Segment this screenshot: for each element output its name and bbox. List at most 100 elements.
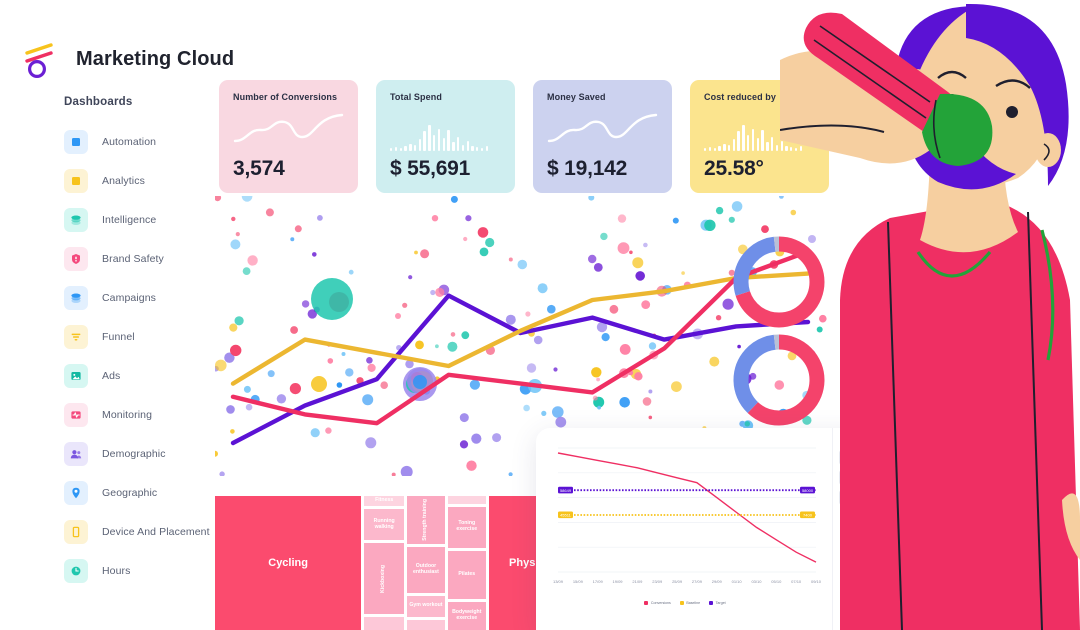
sidebar-nav: Automation Analytics Intelligence Brand Saf…: [48, 122, 216, 590]
shield-icon: [64, 246, 88, 271]
sidebar-item-label: Device And Placement: [102, 525, 210, 538]
dashboard-screen: Marketing Cloud Dashboards Automation Ana…: [0, 0, 1080, 630]
sidebar-item-label: Monitoring: [102, 408, 153, 421]
sidebar-item-analytics[interactable]: Analytics: [48, 161, 216, 200]
treemap-cell[interactable]: Toning exercise: [447, 506, 486, 548]
sidebar-item-label: Demographic: [102, 447, 166, 460]
sidebar-item-device-and-placement[interactable]: Device And Placement: [48, 512, 216, 551]
treemap-cell[interactable]: Outdoor enthusiast: [407, 546, 445, 593]
svg-text:23/09: 23/09: [652, 579, 663, 584]
square-icon: [64, 168, 88, 193]
treemap-cell[interactable]: Gym workout: [407, 595, 445, 617]
treemap-cell[interactable]: Bodyweight exercise: [447, 601, 486, 630]
sidebar-item-hours[interactable]: Hours: [48, 551, 216, 590]
funnel-icon: [64, 324, 88, 349]
treemap-label: Bodyweight exercise: [452, 608, 482, 621]
sidebar-item-demographic[interactable]: Demographic: [48, 434, 216, 473]
kpi-card-title: Total Spend: [390, 92, 442, 102]
treemap-cell[interactable]: [364, 617, 405, 630]
legend-item[interactable]: Target: [709, 601, 726, 605]
treemap-label: Fitness: [375, 496, 394, 503]
kpi-card[interactable]: Money Saved $ 19,142: [533, 80, 672, 193]
sidebar-item-ads[interactable]: Ads: [48, 356, 216, 395]
legend-swatch: [644, 601, 649, 605]
kpi-card-value: $ 55,691: [390, 157, 471, 180]
sidebar-item-label: Ads: [102, 369, 121, 382]
sidebar-item-monitoring[interactable]: Monitoring: [48, 395, 216, 434]
treemap-label: Running walking: [373, 517, 395, 530]
treemap-cell[interactable]: Fitness: [364, 496, 405, 506]
kpi-card[interactable]: Number of Conversions 3,574: [219, 80, 358, 193]
svg-text:17/09: 17/09: [593, 579, 604, 584]
kpi-card-value: $ 19,142: [547, 157, 628, 180]
kpi-card-value: 3,574: [233, 157, 285, 180]
sidebar-item-intelligence[interactable]: Intelligence: [48, 200, 216, 239]
sidebar-item-label: Hours: [102, 564, 131, 577]
marketing-cloud-logo-icon: [18, 36, 64, 82]
treemap-cell[interactable]: [447, 496, 486, 504]
person-drinking-bottle-illustration: [780, 0, 1080, 630]
kpi-sparkline: [233, 111, 344, 151]
treemap-cell[interactable]: Pilates: [447, 550, 486, 599]
legend-item[interactable]: Baseline: [679, 601, 701, 605]
svg-text:15/09: 15/09: [573, 579, 584, 584]
treemap-label: Toning exercise: [456, 520, 478, 533]
svg-text:29/09: 29/09: [712, 579, 723, 584]
treemap-label: Cycling: [268, 556, 308, 569]
sidebar-item-geographic[interactable]: Geographic: [48, 473, 216, 512]
svg-text:25/09: 25/09: [672, 579, 683, 584]
svg-text:19/09: 19/09: [613, 579, 624, 584]
svg-text:58649: 58649: [560, 488, 572, 493]
sidebar-item-automation[interactable]: Automation: [48, 122, 216, 161]
svg-text:13/09: 13/09: [553, 579, 564, 584]
kpi-card[interactable]: Total Spend $ 55,691: [376, 80, 515, 193]
svg-text:45511: 45511: [560, 513, 572, 518]
treemap-label: Gym workout: [409, 602, 443, 609]
users-icon: [64, 441, 88, 466]
sidebar-item-label: Geographic: [102, 486, 158, 499]
legend-item[interactable]: Conversions: [644, 601, 671, 605]
legend-label: Baseline: [686, 601, 701, 605]
legend-label: Conversions: [650, 601, 671, 605]
treemap-label: Strength training: [421, 498, 428, 541]
treemap-cell[interactable]: Strength training: [407, 496, 445, 544]
sidebar-title: Dashboards: [64, 96, 133, 108]
layers-icon: [64, 285, 88, 310]
map-pin-icon: [64, 480, 88, 505]
sidebar-item-label: Brand Safety: [102, 252, 164, 265]
sidebar-item-label: Analytics: [102, 174, 145, 187]
image-icon: [64, 363, 88, 388]
sidebar-item-funnel[interactable]: Funnel: [48, 317, 216, 356]
square-icon: [64, 129, 88, 154]
treemap-label: Outdoor enthusiast: [412, 562, 439, 575]
svg-text:03/10: 03/10: [751, 579, 762, 584]
kpi-card-title: Money Saved: [547, 92, 606, 102]
treemap-cell[interactable]: Cycling: [215, 496, 362, 630]
brand-header: Marketing Cloud: [18, 36, 234, 82]
treemap-label: Kickboxing: [380, 564, 387, 593]
treemap-cell[interactable]: Running walking: [364, 508, 405, 541]
svg-text:27/09: 27/09: [692, 579, 703, 584]
sidebar: Dashboards Automation Analytics Intelligen…: [48, 96, 216, 590]
treemap-cell[interactable]: Kickboxing: [364, 543, 405, 615]
pulse-icon: [64, 402, 88, 427]
svg-text:01/10: 01/10: [732, 579, 743, 584]
kpi-sparkline: [390, 111, 501, 151]
sidebar-item-label: Intelligence: [102, 213, 157, 226]
sidebar-item-campaigns[interactable]: Campaigns: [48, 278, 216, 317]
legend-swatch: [709, 601, 714, 605]
sidebar-item-brand-safety[interactable]: Brand Safety: [48, 239, 216, 278]
mobile-device-icon: [64, 519, 88, 544]
clock-icon: [64, 558, 88, 583]
brand-name: Marketing Cloud: [76, 47, 235, 70]
treemap-label: Pilates: [458, 570, 476, 577]
layers-icon: [64, 207, 88, 232]
treemap-cell[interactable]: [407, 619, 445, 630]
kpi-card-row: Number of Conversions 3,574 Total Spend $ 5…: [219, 80, 829, 193]
svg-text:21/09: 21/09: [632, 579, 643, 584]
legend-swatch: [679, 601, 684, 605]
sidebar-item-label: Campaigns: [102, 291, 157, 304]
sidebar-item-label: Automation: [102, 135, 157, 148]
kpi-sparkline: [547, 111, 658, 151]
kpi-card-title: Number of Conversions: [233, 92, 338, 102]
